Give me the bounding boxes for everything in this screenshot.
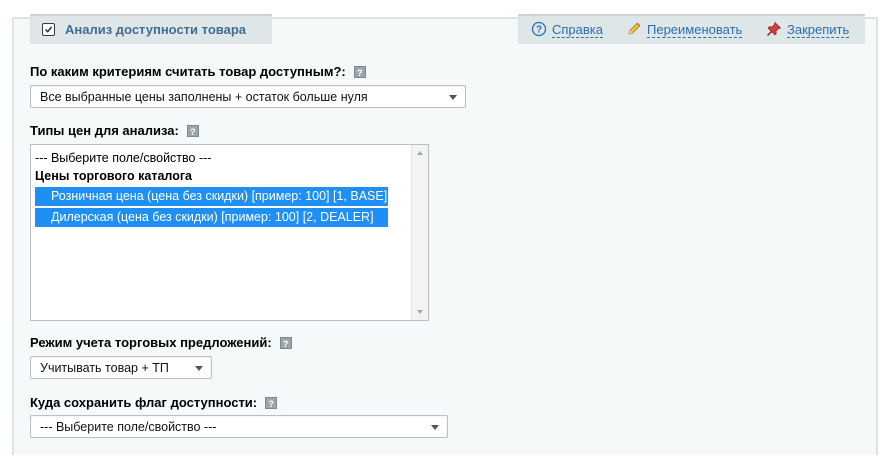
flag-target-label-text: Куда сохранить флаг доступности:: [30, 395, 258, 410]
criteria-select[interactable]: Все выбранные цены заполнены + остаток б…: [30, 85, 466, 108]
section-actions: ? Справка Переименовать Закрепить: [518, 14, 865, 44]
pin-icon: [766, 21, 782, 40]
offers-mode-help-icon[interactable]: ?: [279, 336, 292, 349]
section-title: Анализ доступности товара: [65, 22, 246, 37]
rename-link[interactable]: Переименовать: [626, 21, 743, 40]
offers-mode-select-value: Учитывать товар + ТП: [40, 361, 169, 375]
section-title-tab[interactable]: Анализ доступности товара: [30, 14, 272, 44]
flag-target-help-icon[interactable]: ?: [265, 396, 278, 409]
chevron-down-icon: [449, 95, 457, 100]
svg-text:?: ?: [536, 24, 542, 35]
offers-mode-select[interactable]: Учитывать товар + ТП: [30, 356, 212, 379]
price-types-help-icon[interactable]: ?: [186, 124, 199, 137]
offers-mode-label-text: Режим учета торговых предложений:: [30, 335, 272, 350]
flag-target-select[interactable]: --- Выберите поле/свойство ---: [30, 415, 448, 438]
help-circle-icon: ?: [531, 21, 547, 40]
scroll-down-icon[interactable]: [417, 310, 423, 314]
criteria-label-text: По каким критериям считать товар доступн…: [30, 64, 346, 79]
criteria-label: По каким критериям считать товар доступн…: [30, 64, 366, 79]
price-types-label-text: Типы цен для анализа:: [30, 123, 179, 138]
chevron-down-icon: [195, 366, 203, 371]
criteria-select-value: Все выбранные цены заполнены + остаток б…: [40, 90, 368, 104]
price-types-listbox[interactable]: --- Выберите поле/свойство --- Цены торг…: [30, 144, 429, 321]
rename-link-label: Переименовать: [647, 21, 743, 38]
chevron-down-icon: [431, 425, 439, 430]
help-link-label: Справка: [552, 21, 603, 38]
checkbox-icon[interactable]: [42, 23, 55, 36]
list-item[interactable]: --- Выберите поле/свойство ---: [35, 149, 211, 168]
criteria-help-icon[interactable]: ?: [353, 65, 366, 78]
scroll-up-icon[interactable]: [417, 151, 423, 155]
listbox-scrollbar[interactable]: [411, 145, 428, 320]
price-types-label: Типы цен для анализа: ?: [30, 123, 199, 138]
flag-target-select-value: --- Выберите поле/свойство ---: [40, 420, 217, 434]
help-link[interactable]: ? Справка: [531, 21, 603, 39]
pencil-icon: [626, 21, 642, 40]
pin-link[interactable]: Закрепить: [766, 21, 850, 40]
offers-mode-label: Режим учета торговых предложений: ?: [30, 335, 292, 350]
pin-link-label: Закрепить: [787, 21, 850, 38]
list-item-selected[interactable]: Дилерская (цена без скидки) [пример: 100…: [35, 208, 388, 227]
list-group-header: Цены торгового каталога: [35, 169, 192, 183]
list-item-selected[interactable]: Розничная цена (цена без скидки) [пример…: [35, 187, 388, 206]
flag-target-label: Куда сохранить флаг доступности: ?: [30, 395, 278, 410]
